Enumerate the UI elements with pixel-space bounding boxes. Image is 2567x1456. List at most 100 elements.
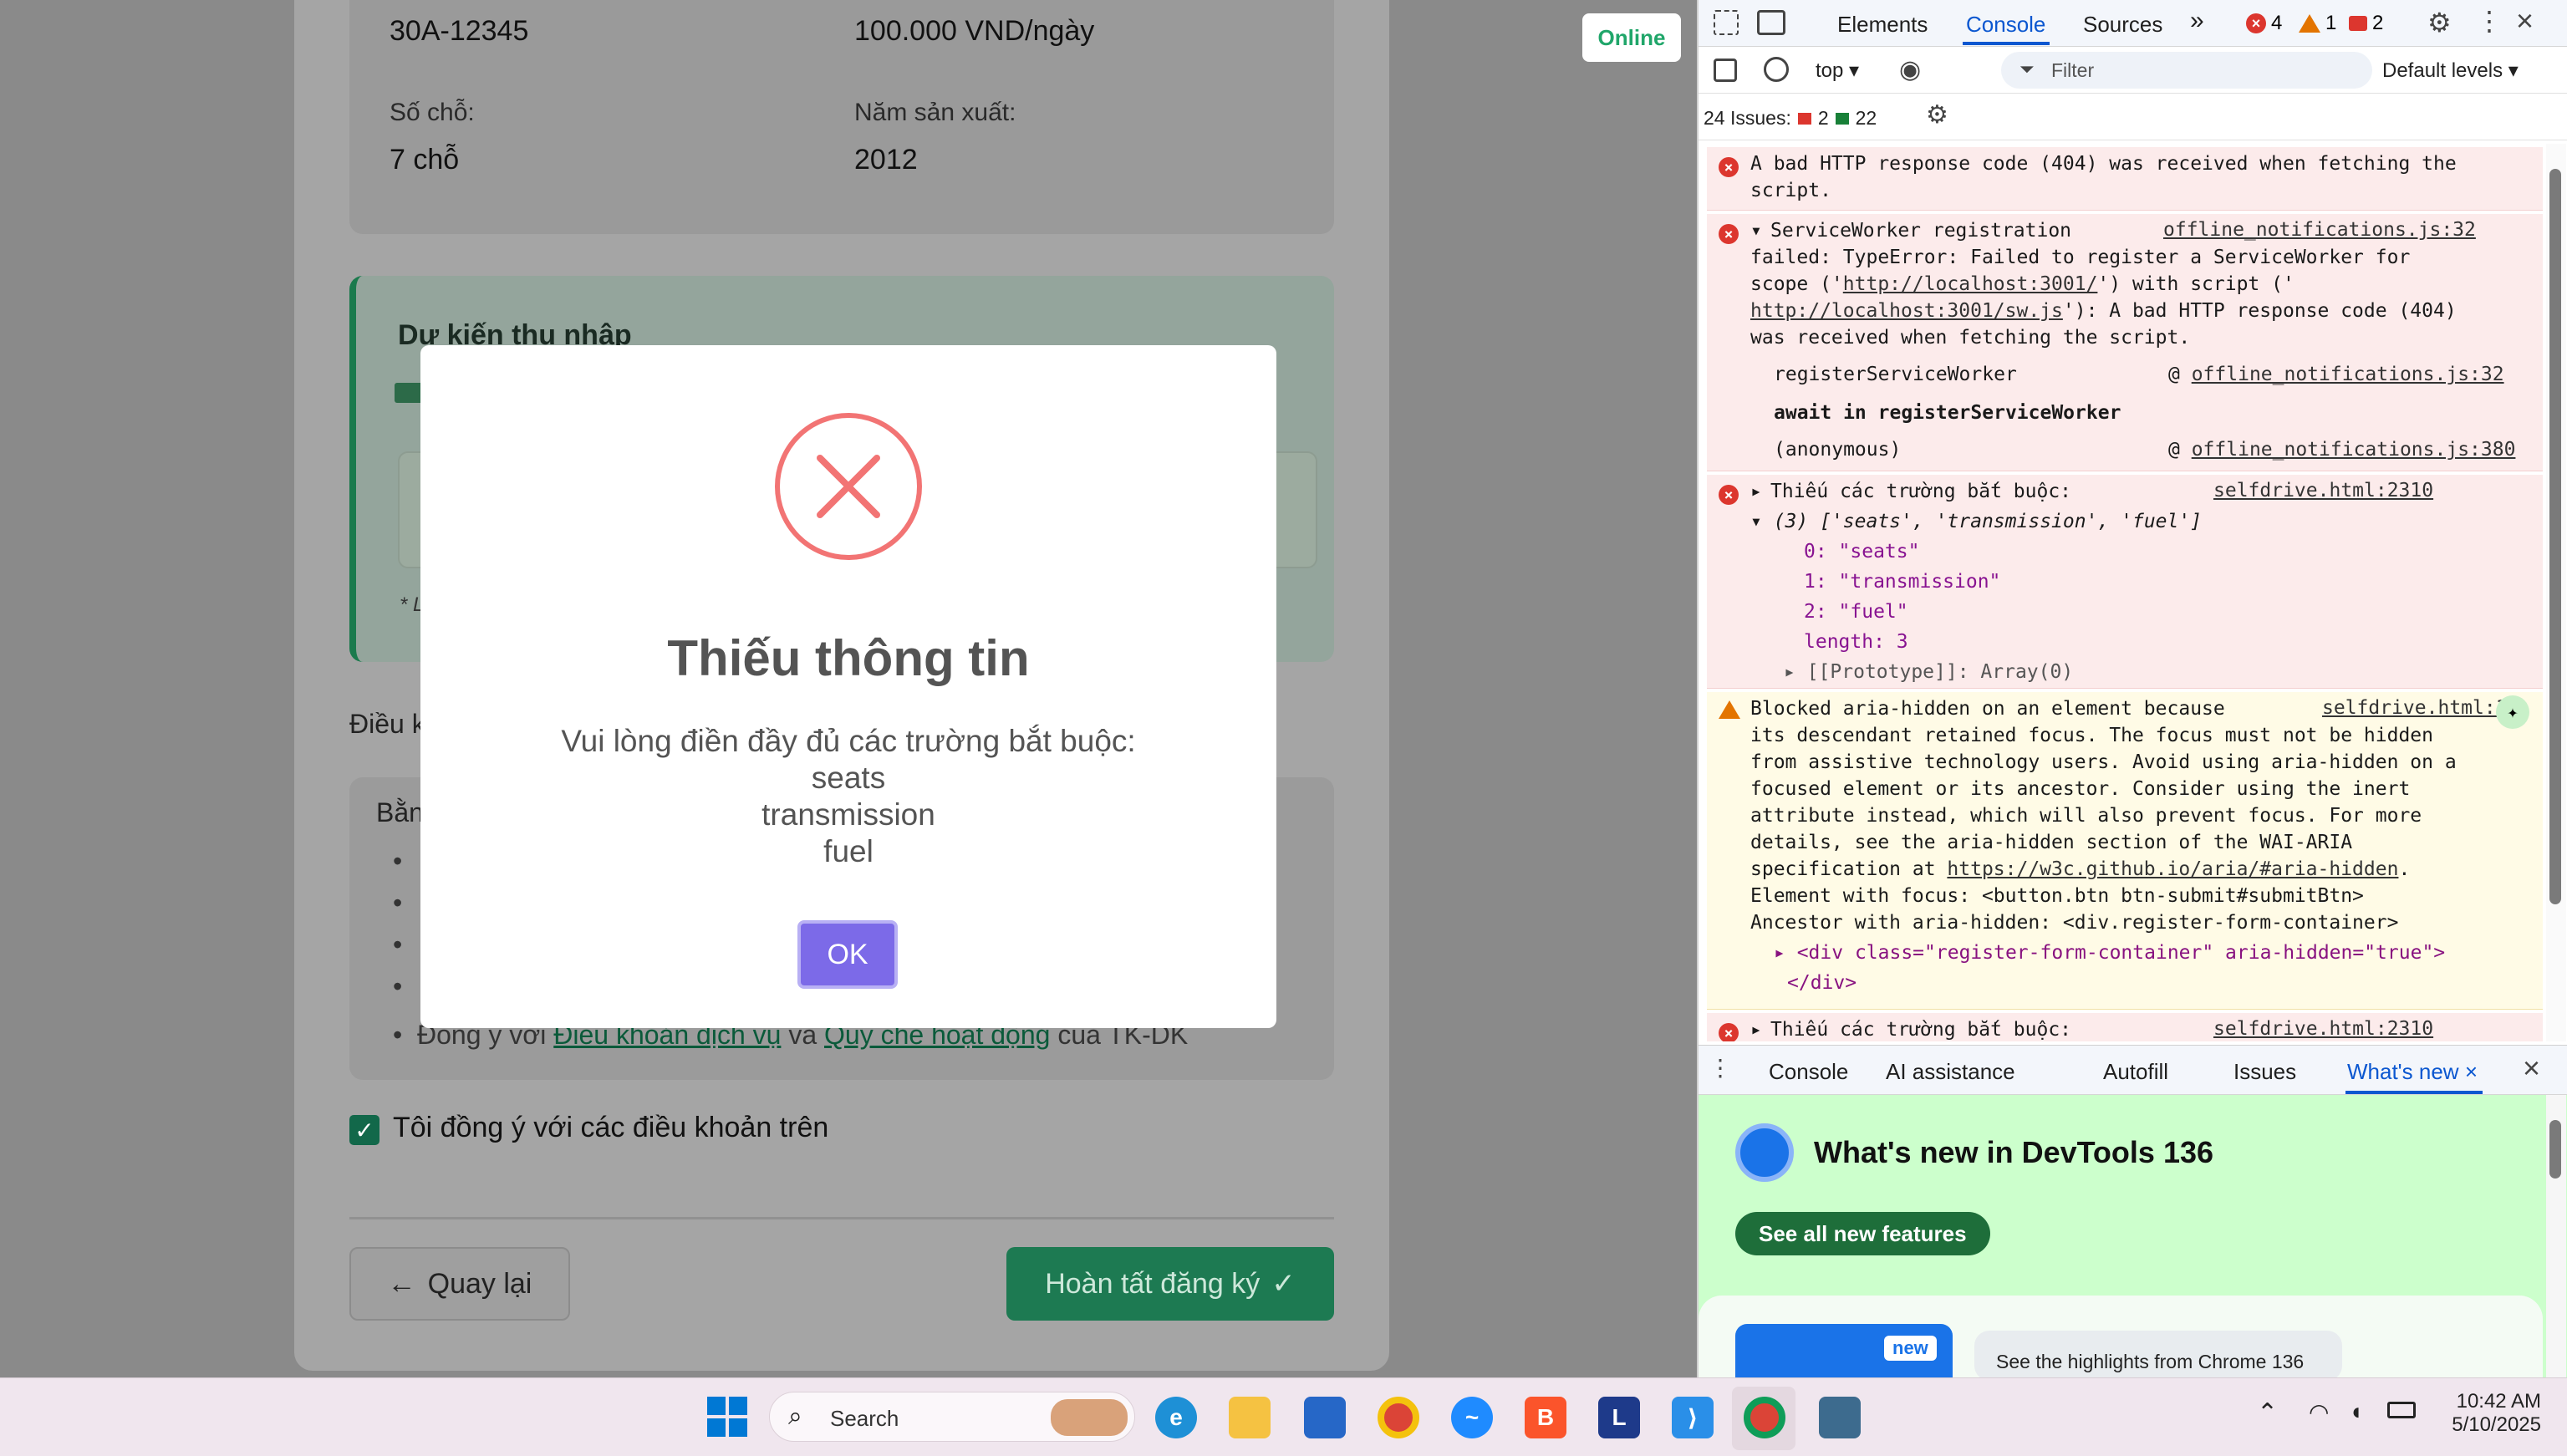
issues-summary[interactable]: 24 Issues: 2 22: [1704, 107, 1877, 130]
scrollbar-thumb[interactable]: [2549, 169, 2561, 904]
error-icon: ×: [1719, 157, 1739, 177]
plate-value: 30A-12345: [390, 15, 529, 47]
microsoft-store-icon[interactable]: [1304, 1397, 1346, 1438]
active-drawer-indicator: [2345, 1091, 2483, 1094]
drawer-tab-autofill[interactable]: Autofill: [2103, 1059, 2168, 1085]
volume-icon[interactable]: ◖: [2349, 1398, 2363, 1425]
array-preview[interactable]: ▾ (3) ['seats', 'transmission', 'fuel']: [1750, 508, 2202, 535]
source-link[interactable]: selfdrive.html:2310: [2213, 1018, 2433, 1040]
see-all-features-button[interactable]: See all new features: [1735, 1212, 1990, 1255]
issue-count: 2: [2372, 12, 2384, 34]
vscode-icon[interactable]: ⟩: [1672, 1397, 1714, 1438]
wifi-icon[interactable]: ◠: [2309, 1398, 2329, 1426]
expand-arrow-icon[interactable]: ▸: [1750, 1016, 1762, 1041]
ok-button[interactable]: OK: [797, 920, 898, 989]
error-counter[interactable]: × 4: [2246, 12, 2282, 35]
stack-frame-source: @ offline_notifications.js:32: [2168, 364, 2504, 385]
windows-taskbar: ⌕ Search e ~ B L ⟩ ⌃ ◠ ◖ 10:42 AM 5/10/2…: [0, 1377, 2567, 1456]
brave-icon[interactable]: B: [1525, 1397, 1566, 1438]
bullet: •: [393, 846, 403, 876]
warning-text: details, see the aria-hidden section of …: [1750, 832, 2353, 853]
chevron-up-icon[interactable]: ⌃: [2257, 1398, 2278, 1428]
tab-sources[interactable]: Sources: [2083, 12, 2162, 38]
clock[interactable]: 10:42 AM 5/10/2025: [2441, 1390, 2541, 1437]
bullet: •: [393, 888, 403, 918]
expand-arrow-icon[interactable]: ▾: [1750, 217, 1762, 244]
source-link[interactable]: selfdrive.html:1: [2322, 697, 2508, 719]
more-tabs-icon[interactable]: »: [2190, 7, 2204, 35]
device-toolbar-icon[interactable]: [1757, 10, 1785, 35]
context-selector[interactable]: top ▾: [1816, 59, 1859, 83]
highlight-card: new See the highlights from Chrome 136: [1699, 1296, 2543, 1377]
file-explorer-icon[interactable]: [1229, 1397, 1271, 1438]
warning-text: Element with focus: <button.btn btn-subm…: [1750, 885, 2364, 907]
tab-elements[interactable]: Elements: [1837, 12, 1928, 38]
app-window-icon[interactable]: [1819, 1397, 1861, 1438]
console-scrollbar[interactable]: [2546, 144, 2566, 1041]
source-link[interactable]: offline_notifications.js:32: [2192, 364, 2504, 385]
console-message-text: Thiếu các trường bắt buộc:: [1770, 481, 2072, 502]
drawer-tab-whats-new[interactable]: What's new ×: [2347, 1059, 2478, 1085]
drawer-tab-console[interactable]: Console: [1769, 1059, 1848, 1085]
drawer-menu-icon[interactable]: ⋮: [1709, 1054, 1732, 1082]
issues-settings-icon[interactable]: ⚙: [1926, 100, 1948, 130]
expand-arrow-icon[interactable]: ▸: [1750, 478, 1762, 505]
ai-insight-icon[interactable]: ✦: [2496, 695, 2529, 729]
log-levels-dropdown[interactable]: Default levels ▾: [2382, 59, 2519, 83]
issue-counter[interactable]: 2: [2349, 12, 2383, 35]
filter-input[interactable]: ⏷ Filter: [2001, 52, 2372, 89]
year-value: 2012: [854, 144, 918, 176]
url-link[interactable]: http://localhost:3001/sw.js: [1750, 300, 2063, 322]
highlight-text-pill[interactable]: See the highlights from Chrome 136: [1974, 1331, 2342, 1377]
source-link[interactable]: selfdrive.html:2310: [2213, 480, 2433, 501]
seats-label: Số chỗ:: [390, 99, 475, 126]
close-devtools-icon[interactable]: ×: [2516, 3, 2534, 38]
edge-icon[interactable]: e: [1155, 1397, 1197, 1438]
array-prototype[interactable]: ▸ [[Prototype]]: Array(0): [1784, 659, 2073, 685]
back-button[interactable]: ← Quay lại: [349, 1247, 570, 1321]
tab-console[interactable]: Console: [1966, 12, 2045, 38]
messenger-icon[interactable]: ~: [1451, 1397, 1493, 1438]
warning-line: specification at https://w3c.github.io/a…: [1750, 858, 2411, 880]
text: specification at: [1750, 858, 1948, 880]
chrome-icon[interactable]: [1378, 1397, 1419, 1438]
dom-node-preview[interactable]: ▸ <div class="register-form-container" a…: [1774, 939, 2445, 966]
sidebar-toggle-icon[interactable]: [1714, 59, 1737, 82]
clear-console-icon[interactable]: [1764, 57, 1789, 82]
console-error-row: × ▾ ServiceWorker registration offline_n…: [1707, 214, 2543, 471]
scrollbar-thumb[interactable]: [2549, 1120, 2561, 1179]
warning-counter[interactable]: 1: [2299, 12, 2336, 35]
close-drawer-icon[interactable]: ×: [2523, 1051, 2540, 1086]
windows-start-icon[interactable]: [707, 1397, 747, 1437]
settings-gear-icon[interactable]: ⚙: [2427, 7, 2452, 38]
battery-icon[interactable]: [2387, 1402, 2416, 1418]
url-link[interactable]: http://localhost:3001/: [1843, 273, 2098, 295]
stack-frame: (anonymous): [1774, 439, 1902, 461]
clock-date: 5/10/2025: [2452, 1413, 2541, 1436]
array-item: 1: "transmission": [1804, 571, 2001, 593]
agree-checkbox[interactable]: ✓: [349, 1115, 379, 1145]
url-link[interactable]: https://w3c.github.io/aria/#aria-hidden: [1947, 858, 2398, 880]
issue-error-icon: [1797, 112, 1811, 125]
app-l-icon[interactable]: L: [1598, 1397, 1640, 1438]
error-icon: ×: [1719, 1023, 1739, 1041]
more-options-icon[interactable]: ⋮: [2476, 5, 2503, 37]
drawer-tab-issues[interactable]: Issues: [2233, 1059, 2296, 1085]
source-link[interactable]: offline_notifications.js:32: [2163, 219, 2476, 241]
taskbar-search-box[interactable]: ⌕ Search: [769, 1392, 1135, 1442]
source-link[interactable]: offline_notifications.js:380: [2192, 439, 2516, 461]
back-button-label: Quay lại: [427, 1267, 532, 1300]
drawer-tab-ai-assistance[interactable]: AI assistance: [1886, 1059, 2015, 1085]
bullet: •: [393, 971, 403, 1001]
warning-icon: [1719, 700, 1740, 719]
eye-icon[interactable]: ◉: [1899, 55, 1921, 84]
year-label: Năm sản xuất:: [854, 99, 1016, 126]
close-tab-icon[interactable]: ×: [2465, 1059, 2478, 1084]
drawer-scrollbar[interactable]: [2546, 1095, 2566, 1377]
check-icon: ✓: [1271, 1268, 1296, 1300]
chrome-profile-icon[interactable]: [1744, 1397, 1785, 1438]
finish-registration-button[interactable]: Hoàn tất đăng ký ✓: [1006, 1247, 1334, 1321]
inspect-element-icon[interactable]: [1714, 10, 1739, 35]
whats-new-pane: What's new in DevTools 136 See all new f…: [1699, 1095, 2567, 1377]
prototype-text: [[Prototype]]: Array(0): [1806, 661, 2074, 683]
